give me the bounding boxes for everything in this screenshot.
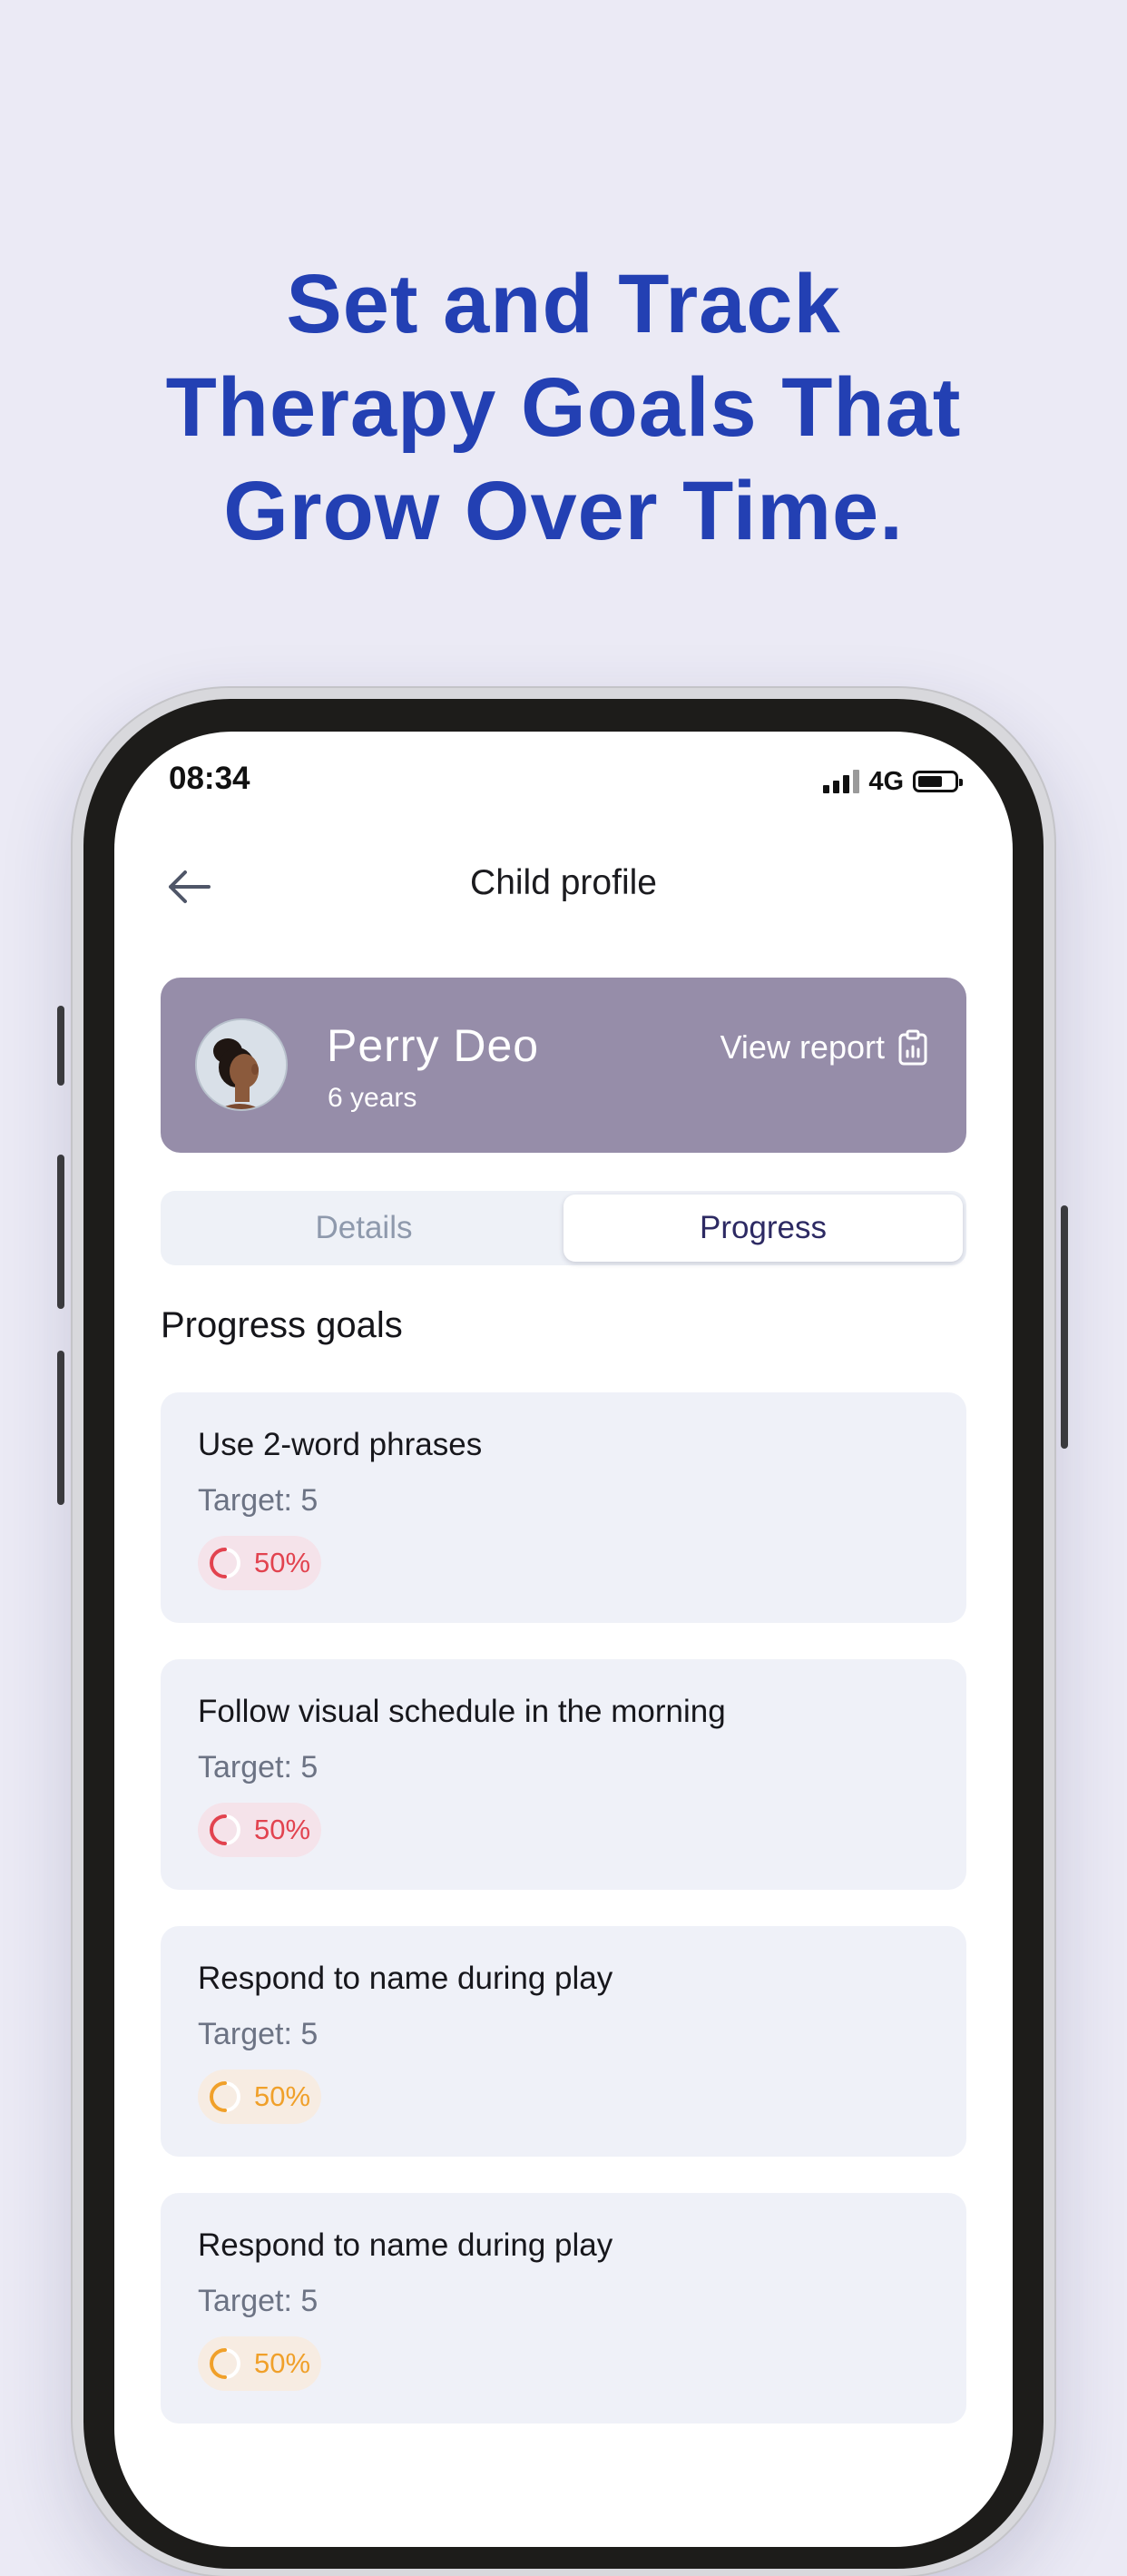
progress-badge: 50%: [198, 1803, 321, 1857]
progress-percent: 50%: [254, 1814, 311, 1845]
marketing-headline: Set and Track Therapy Goals That Grow Ov…: [0, 252, 1127, 563]
page-title: Child profile: [470, 863, 657, 902]
tab-progress[interactable]: Progress: [564, 1195, 963, 1262]
child-age: 6 years: [328, 1083, 417, 1113]
tab-details[interactable]: Details: [164, 1195, 564, 1262]
phone-volume-up-button: [57, 1155, 64, 1309]
goal-card[interactable]: Follow visual schedule in the morning Ta…: [161, 1659, 966, 1890]
goal-card[interactable]: Respond to name during play Target: 5 50…: [161, 1926, 966, 2157]
headline-line-3: Grow Over Time.: [223, 465, 904, 557]
view-report-button[interactable]: View report: [720, 1028, 928, 1067]
section-title: Progress goals: [161, 1305, 403, 1345]
headline-line-1: Set and Track: [286, 258, 841, 350]
goal-target: Target: 5: [198, 2284, 318, 2318]
progress-percent: 50%: [254, 1547, 311, 1578]
avatar: [195, 1018, 288, 1111]
segmented-tabs: Details Progress: [161, 1191, 966, 1265]
progress-ring-icon: [210, 2348, 240, 2379]
phone-volume-down-button: [57, 1351, 64, 1505]
goal-target: Target: 5: [198, 1750, 318, 1785]
progress-ring-icon: [210, 1814, 240, 1845]
progress-badge: 50%: [198, 2070, 321, 2124]
network-type: 4G: [868, 766, 904, 796]
goal-title: Respond to name during play: [198, 2227, 613, 2263]
goal-title: Respond to name during play: [198, 1961, 613, 1996]
progress-percent: 50%: [254, 2080, 311, 2112]
signal-icon: [823, 770, 860, 793]
progress-percent: 50%: [254, 2347, 311, 2379]
goal-title: Follow visual schedule in the morning: [198, 1694, 726, 1729]
status-time: 08:34: [169, 761, 250, 796]
goal-card[interactable]: Respond to name during play Target: 5 50…: [161, 2193, 966, 2424]
goal-target: Target: 5: [198, 2017, 318, 2051]
goal-target: Target: 5: [198, 1483, 318, 1518]
headline-line-2: Therapy Goals That: [165, 361, 962, 454]
progress-ring-icon: [210, 1548, 240, 1578]
phone-power-button: [1061, 1205, 1068, 1449]
profile-card: Perry Deo 6 years View report: [161, 978, 966, 1153]
progress-ring-icon: [210, 2081, 240, 2112]
goal-card[interactable]: Use 2-word phrases Target: 5 50%: [161, 1392, 966, 1623]
phone-mute-switch: [57, 1006, 64, 1086]
child-name: Perry Deo: [327, 1020, 540, 1071]
view-report-label: View report: [720, 1028, 885, 1066]
progress-badge: 50%: [198, 2336, 321, 2391]
battery-icon: [913, 771, 963, 792]
goal-title: Use 2-word phrases: [198, 1427, 483, 1462]
status-indicators: 4G: [823, 766, 963, 797]
progress-badge: 50%: [198, 1536, 321, 1590]
phone-screen: 08:34 4G Child profile Perry Deo 6 years…: [114, 732, 1013, 2547]
clipboard-chart-icon: [898, 1029, 927, 1066]
